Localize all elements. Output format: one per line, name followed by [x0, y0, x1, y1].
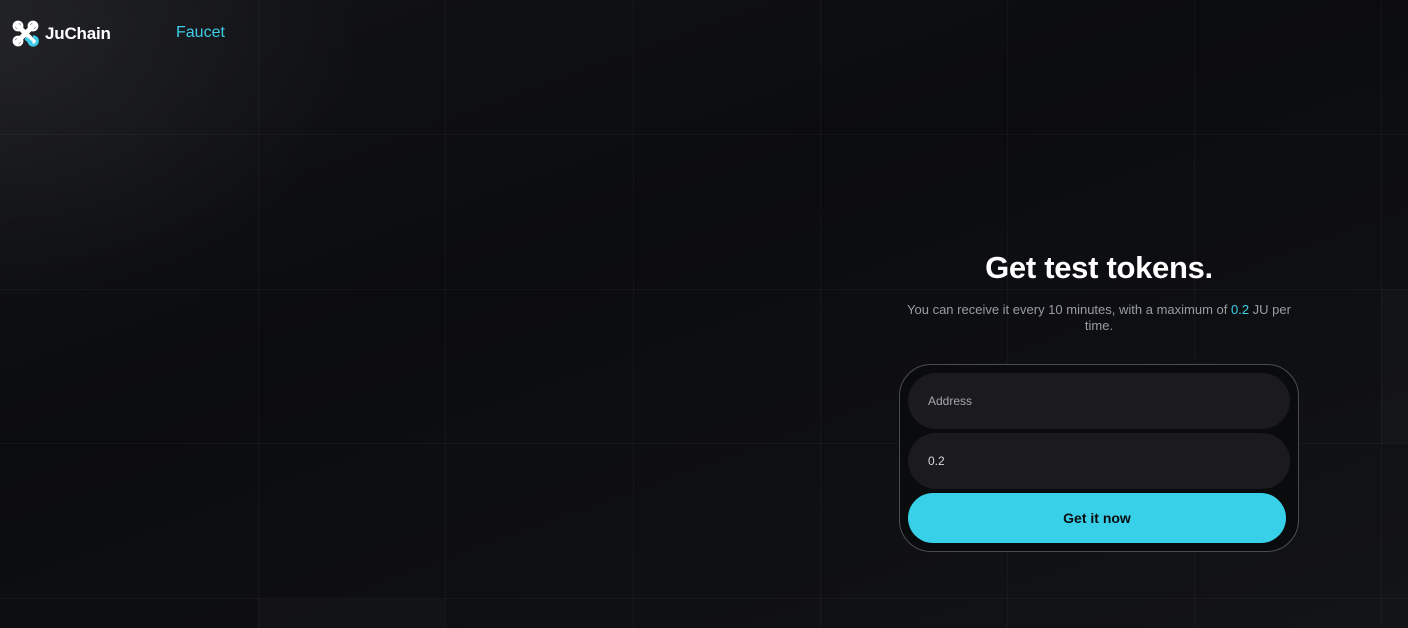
- juchain-logo-icon: [12, 20, 39, 47]
- faucet-form: Get it now: [899, 364, 1299, 552]
- description-prefix: You can receive it every 10 minutes, wit…: [907, 302, 1231, 317]
- page-title: Get test tokens.: [985, 250, 1213, 285]
- faucet-description: You can receive it every 10 minutes, wit…: [903, 302, 1295, 334]
- max-amount-highlight: 0.2: [1230, 302, 1250, 317]
- nav-link-faucet[interactable]: Faucet: [176, 24, 225, 42]
- address-input[interactable]: [908, 373, 1290, 429]
- get-it-now-button[interactable]: Get it now: [908, 493, 1286, 543]
- brand-name: JuChain: [45, 23, 111, 43]
- faucet-panel: Get test tokens. You can receive it ever…: [899, 250, 1299, 552]
- amount-input[interactable]: [908, 433, 1290, 489]
- top-nav-bar: JuChain Faucet: [0, 0, 1408, 68]
- brand-logo[interactable]: JuChain: [12, 20, 111, 47]
